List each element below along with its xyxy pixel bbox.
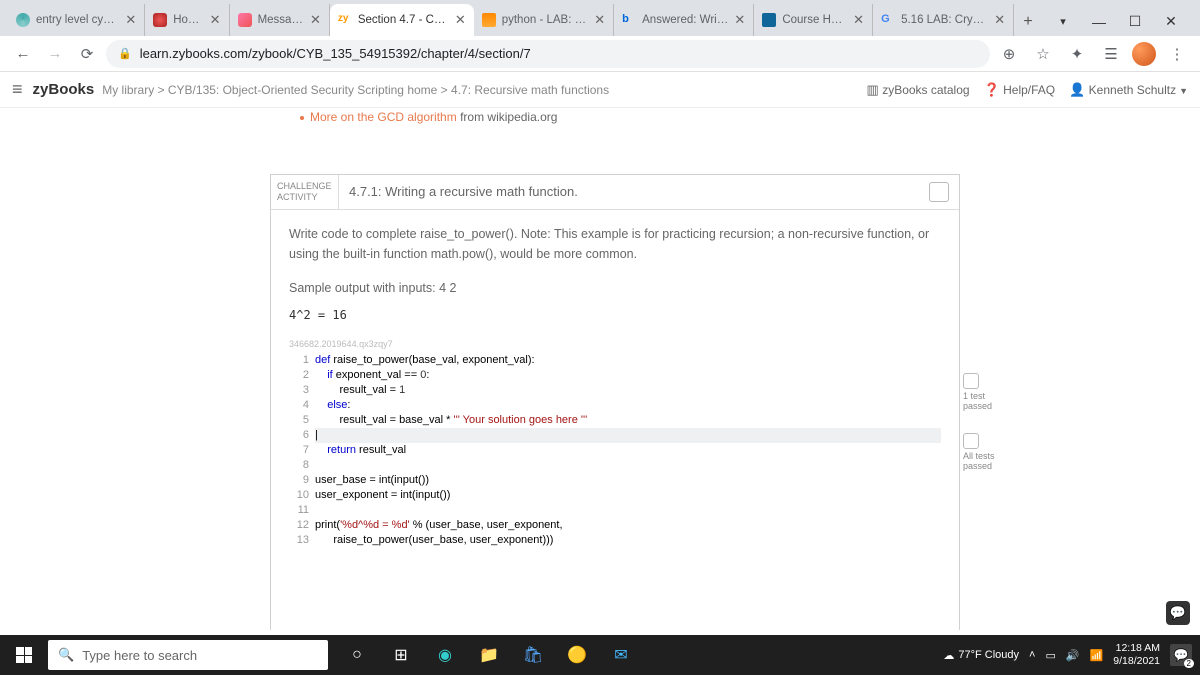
breadcrumb[interactable]: My library > CYB/135: Object-Oriented Se… [102,83,866,97]
bullet-icon [300,116,304,120]
feedback-button[interactable]: 💬 [1166,601,1190,625]
menu-icon[interactable]: ⋮ [1164,41,1190,67]
help-link[interactable]: ❓ Help/FAQ [984,82,1056,98]
task-view-icon[interactable]: ⊞ [380,635,422,675]
start-button[interactable] [0,647,48,663]
reading-list-icon[interactable]: ☰ [1098,41,1124,67]
minimize-button[interactable]: — [1090,14,1108,30]
bookmark-icon[interactable]: ☆ [1030,41,1056,67]
address-bar[interactable]: 🔒 learn.zybooks.com/zybook/CYB_135_54915… [106,40,990,68]
challenge-activity-card: CHALLENGE ACTIVITY 4.7.1: Writing a recu… [270,174,960,630]
coursehero-icon [762,13,776,27]
extensions-icon[interactable]: ✦ [1064,41,1090,67]
activity-hash: 346682.2019644.qx3zqy7 [289,339,941,349]
chrome-icon[interactable]: 🟡 [556,635,598,675]
close-icon[interactable]: ✕ [210,12,221,28]
close-icon[interactable]: ✕ [594,12,605,28]
close-icon[interactable]: ✕ [853,12,864,28]
new-tab-button[interactable]: + [1014,8,1042,36]
close-icon[interactable]: ✕ [734,12,745,28]
window-controls: ▾ — ☐ ✕ [1042,13,1192,36]
globe-icon [16,13,30,27]
close-icon[interactable]: ✕ [310,12,321,28]
close-icon[interactable]: ✕ [125,12,136,28]
profile-avatar[interactable] [1132,42,1156,66]
wifi-icon[interactable]: 📶 [1090,649,1104,662]
catalog-link[interactable]: ▥ zyBooks catalog [867,82,970,98]
close-icon[interactable]: ✕ [994,12,1005,28]
search-icon: 🔍 [58,647,74,663]
edge-icon[interactable]: ◉ [424,635,466,675]
tab-entry-level-cyber[interactable]: entry level cyber ✕ [8,4,145,36]
clock[interactable]: 12:18 AM 9/18/2021 [1113,642,1160,667]
notifications-button[interactable]: 💬2 [1170,644,1192,666]
browser-titlebar: entry level cyber ✕ Home ✕ Message ✕ zy … [0,0,1200,36]
store-icon[interactable]: 🛍 [512,635,554,675]
explorer-icon[interactable]: 📁 [468,635,510,675]
sample-output: 4^2 = 16 [289,306,941,325]
user-menu[interactable]: 👤 Kenneth Schultz▼ [1069,82,1188,98]
zybooks-header: ≡ zyBooks My library > CYB/135: Object-O… [0,72,1200,108]
menu-hamburger-icon[interactable]: ≡ [12,79,23,100]
test-all-status-box [963,433,979,449]
toolbar: ← → ⟳ 🔒 learn.zybooks.com/zybook/CYB_135… [0,36,1200,72]
windows-taskbar: 🔍 Type here to search ○ ⊞ ◉ 📁 🛍 🟡 ✉ ☁ 77… [0,635,1200,675]
cloud-icon: ☁ [943,649,954,662]
url-text: learn.zybooks.com/zybook/CYB_135_5491539… [140,46,531,61]
cortana-icon[interactable]: ○ [336,635,378,675]
tab-python-lab[interactable]: python - LAB: So ✕ [474,4,614,36]
close-icon[interactable]: ✕ [455,12,466,28]
tab-strip: entry level cyber ✕ Home ✕ Message ✕ zy … [0,2,1042,36]
activity-title: 4.7.1: Writing a recursive math function… [339,175,919,209]
content-scroll[interactable]: More on the GCD algorithm from wikipedia… [0,108,1200,630]
tab-home[interactable]: Home ✕ [145,4,229,36]
zoom-icon[interactable]: ⊕ [996,41,1022,67]
zybooks-logo[interactable]: zyBooks [33,81,95,98]
mail-icon[interactable]: ✉ [600,635,642,675]
completion-checkbox [929,182,949,202]
tab-answered-writing[interactable]: b Answered: Writin ✕ [614,4,754,36]
system-tray: ☁ 77°F Cloudy ˄ ▭ 🔊 📶 12:18 AM 9/18/2021… [943,642,1200,667]
lock-icon: 🔒 [118,47,132,60]
tab-section-4-7[interactable]: zy Section 4.7 - CYB ✕ [330,4,474,36]
windows-logo-icon [16,647,32,663]
sample-output-label: Sample output with inputs: 4 2 [289,278,941,298]
back-button[interactable]: ← [10,41,36,67]
code-lines[interactable]: def raise_to_power(base_val, exponent_va… [315,353,941,548]
code-editor[interactable]: 12345678910111213 def raise_to_power(bas… [289,353,941,548]
bartleby-icon: b [622,13,636,27]
user-icon: 👤 [1069,82,1085,97]
help-icon: ❓ [984,82,1000,97]
activity-type-badge: CHALLENGE ACTIVITY [271,175,339,209]
tab-message[interactable]: Message ✕ [230,4,330,36]
forward-button[interactable]: → [42,41,68,67]
stackoverflow-icon [482,13,496,27]
chevron-down-icon[interactable]: ▾ [1054,15,1072,28]
google-icon: G [881,13,895,27]
tray-chevron-icon[interactable]: ˄ [1029,649,1035,661]
tab-5-16-lab[interactable]: G 5.16 LAB: Crypto ✕ [873,4,1014,36]
test-1-status-box [963,373,979,389]
reload-button[interactable]: ⟳ [74,41,100,67]
phoenix-icon [153,13,167,27]
book-icon: ▥ [867,82,879,97]
activity-description: Write code to complete raise_to_power().… [289,224,941,264]
test-indicators: 1 test passed All tests passed [963,373,1011,493]
wiki-link-row: More on the GCD algorithm from wikipedia… [300,110,1200,124]
chevron-down-icon: ▼ [1179,86,1188,96]
battery-icon[interactable]: ▭ [1045,649,1055,662]
taskbar-search[interactable]: 🔍 Type here to search [48,640,328,670]
tab-course-hero[interactable]: Course Hero ✕ [754,4,873,36]
volume-icon[interactable]: 🔊 [1066,649,1080,662]
wiki-suffix: from wikipedia.org [457,110,558,124]
message-icon [238,13,252,27]
zybooks-icon: zy [338,13,352,27]
line-gutter: 12345678910111213 [289,353,315,548]
weather-widget[interactable]: ☁ 77°F Cloudy [943,649,1019,662]
gcd-wiki-link[interactable]: More on the GCD algorithm [310,110,457,124]
pinned-apps: ○ ⊞ ◉ 📁 🛍 🟡 ✉ [336,635,642,675]
close-window-button[interactable]: ✕ [1162,13,1180,30]
maximize-button[interactable]: ☐ [1126,13,1144,30]
